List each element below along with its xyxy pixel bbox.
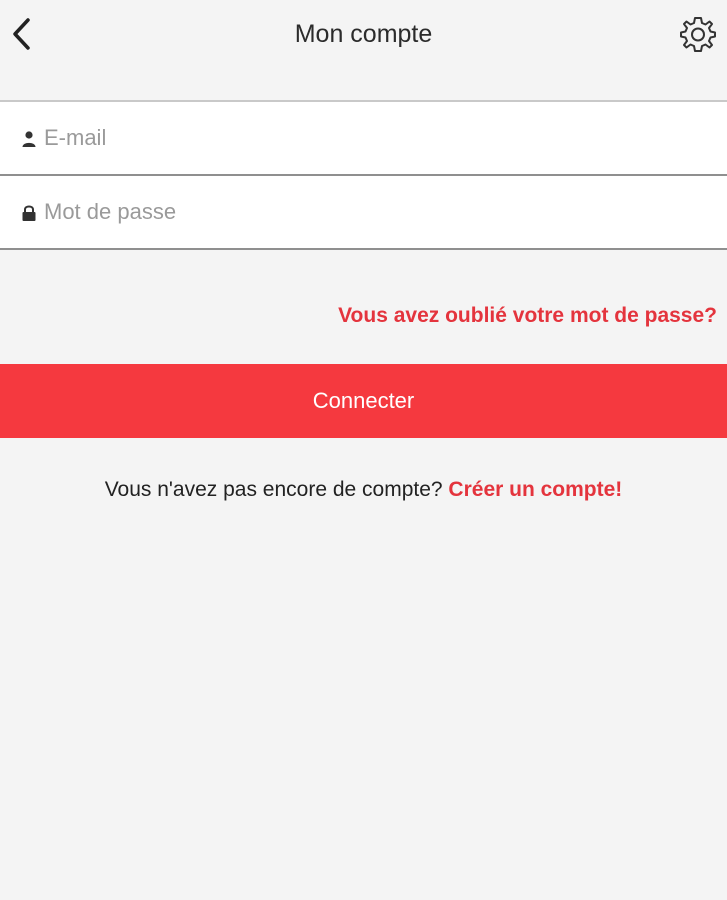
settings-button[interactable] — [677, 14, 719, 56]
page-title: Mon compte — [294, 20, 433, 48]
gear-icon — [680, 17, 716, 52]
forgot-password-link[interactable]: Vous avez oublié votre mot de passe? — [338, 304, 717, 328]
lock-icon — [22, 205, 36, 221]
user-icon — [22, 131, 36, 147]
email-input[interactable] — [44, 122, 704, 154]
signup-row: Vous n'avez pas encore de compte? Créer … — [0, 478, 727, 502]
signup-prompt: Vous n'avez pas encore de compte? — [104, 478, 449, 501]
header-bar: Mon compte — [0, 0, 727, 102]
email-field-container — [0, 102, 727, 176]
connect-button[interactable]: Connecter — [0, 364, 727, 438]
password-input[interactable] — [44, 196, 704, 228]
password-field-container — [0, 176, 727, 250]
create-account-link[interactable]: Créer un compte! — [448, 478, 622, 501]
